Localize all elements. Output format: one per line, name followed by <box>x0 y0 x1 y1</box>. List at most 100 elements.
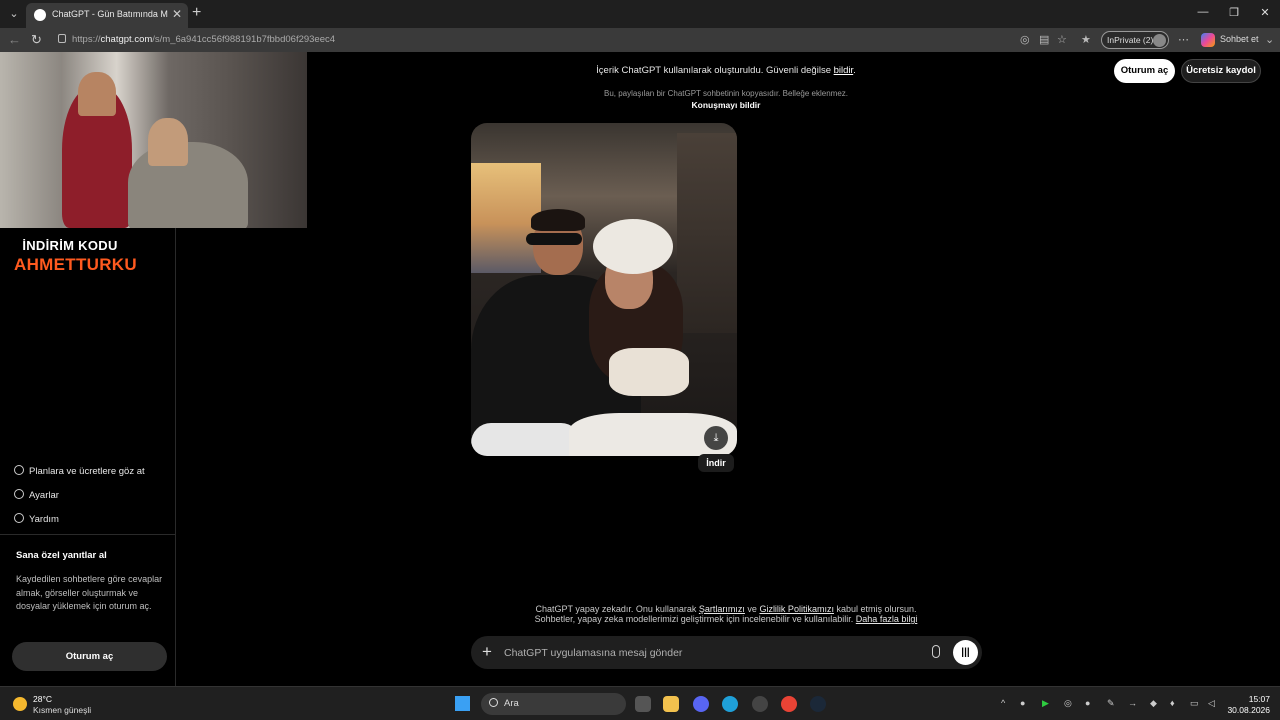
profile-avatar-icon <box>1153 34 1166 47</box>
tab-bar: ⌄ ChatGPT - Gün Batımında Modern ✕ + — ❐… <box>0 0 1280 28</box>
reading-view-icon[interactable]: ▤ <box>1039 33 1049 46</box>
refresh-icon[interactable]: ↻ <box>31 32 42 48</box>
webcam-overlay <box>0 52 307 228</box>
chatgpt-favicon-icon <box>34 9 46 21</box>
man-legs <box>471 423 581 456</box>
disclaimer-line-1: ChatGPT yapay zekadır. Onu kullanarak Şa… <box>535 604 917 614</box>
terms-link[interactable]: Şartlarımızı <box>699 604 745 614</box>
sunglasses <box>526 233 582 245</box>
arrow-tray-icon[interactable]: → <box>1128 698 1137 708</box>
clock-time[interactable]: 15:07 <box>1240 694 1270 704</box>
pen-tray-icon[interactable]: ✎ <box>1107 698 1115 709</box>
minimize-icon[interactable]: — <box>1188 6 1218 18</box>
steam-icon[interactable] <box>810 696 826 712</box>
inprivate-label: InPrivate (2) <box>1107 35 1154 45</box>
sidebar-item-label: Planlara ve ücretlere göz at <box>29 466 145 477</box>
page-content: İNDİRİM KODU AHMETTURKU Planlara ve ücre… <box>0 52 1280 686</box>
generated-image[interactable] <box>471 123 737 456</box>
copilot-icon[interactable] <box>1201 33 1215 47</box>
download-icon[interactable]: ⤓ <box>704 426 728 450</box>
sidebar-item-plans[interactable]: Planlara ve ücretlere göz at <box>14 465 145 477</box>
woman-top <box>609 348 689 396</box>
streamer-face-left <box>78 72 116 116</box>
favorites-icon[interactable]: ★ <box>1081 33 1091 46</box>
shared-copy-note: Bu, paylaşılan bir ChatGPT sohbetinin ko… <box>604 89 848 98</box>
weather-temperature[interactable]: 28°C <box>33 694 52 704</box>
report-conversation-link[interactable]: Konuşmayı bildir <box>526 100 926 110</box>
message-input[interactable] <box>504 636 924 669</box>
streamer-face-right <box>148 118 188 166</box>
signup-promo-title: Sana özel yanıtlar al <box>16 550 107 561</box>
sidebar-item-label: Ayarlar <box>29 490 59 501</box>
chevron-down-icon[interactable]: ⌄ <box>1265 33 1274 46</box>
security-tray-icon[interactable]: ◆ <box>1150 698 1157 709</box>
copilot-chat-label[interactable]: Sohbet et <box>1220 34 1259 44</box>
report-link[interactable]: bildir <box>834 65 854 76</box>
streamer-figure-right <box>128 142 248 228</box>
url-text: https://chatgpt.com/s/m_6a941cc56f988191… <box>72 34 336 45</box>
voice-mode-button[interactable]: ||| <box>953 640 978 665</box>
discord-icon[interactable] <box>693 696 709 712</box>
address-bar: ← ↻ https://chatgpt.com/s/m_6a941cc56f98… <box>0 28 1280 52</box>
taskbar: 28°C Kısmen güneşli Ara ^ ● ▶ ◎ ● ✎ → ◆ … <box>0 686 1280 720</box>
search-icon <box>489 698 498 707</box>
sidebar: İNDİRİM KODU AHMETTURKU Planlara ve ücre… <box>0 228 176 686</box>
man-hair <box>531 209 585 231</box>
fur-hat <box>593 219 673 274</box>
lock-icon <box>58 34 66 43</box>
play-tray-icon[interactable]: ▶ <box>1042 698 1049 709</box>
tray-overflow-icon[interactable]: ^ <box>1001 698 1005 708</box>
login-button[interactable]: Oturum aç <box>1114 59 1175 83</box>
add-attachment-icon[interactable]: + <box>482 642 492 662</box>
disclaimer-line-2: Sohbetler, yapay zeka modellerimizi geli… <box>534 614 918 624</box>
signup-button[interactable]: Ücretsiz kaydol <box>1181 59 1261 83</box>
chrome-icon[interactable] <box>781 696 797 712</box>
disclaimer: ChatGPT yapay zekadır. Onu kullanarak Şa… <box>476 604 976 624</box>
network-icon[interactable]: ▭ <box>1190 698 1199 709</box>
tab-chatgpt[interactable]: ChatGPT - Gün Batımında Modern ✕ <box>26 3 188 28</box>
discord-tray-icon[interactable]: ● <box>1020 698 1025 708</box>
microphone-tray-icon[interactable]: ♦ <box>1170 698 1175 708</box>
new-tab-icon[interactable]: + <box>192 4 201 22</box>
bar-shelf <box>677 133 737 333</box>
windows-start-icon[interactable] <box>455 696 470 711</box>
edge-icon[interactable] <box>722 696 738 712</box>
clock-date[interactable]: 30.08.2026 <box>1226 705 1270 715</box>
volume-icon[interactable]: ◁ <box>1208 698 1215 709</box>
help-icon <box>14 513 24 523</box>
steam-tray-icon[interactable]: ● <box>1085 698 1090 708</box>
signup-promo-body: Kaydedilen sohbetlere göre cevaplar alma… <box>16 574 163 611</box>
url-field[interactable]: https://chatgpt.com/s/m_6a941cc56f988191… <box>50 31 1100 49</box>
app-tray-icon[interactable]: ◎ <box>1064 698 1072 709</box>
app-icon[interactable] <box>752 696 768 712</box>
sidebar-item-help[interactable]: Yardım <box>14 513 59 525</box>
tab-title: ChatGPT - Gün Batımında Modern <box>52 9 168 19</box>
sidebar-divider <box>0 534 176 535</box>
discount-code-value: AHMETTURKU <box>14 255 137 274</box>
tracking-prevention-icon[interactable]: ◎ <box>1020 33 1030 46</box>
learn-more-link[interactable]: Daha fazla bilgi <box>856 614 918 624</box>
download-tooltip: İndir <box>698 454 734 472</box>
search-label: Ara <box>504 698 519 709</box>
weather-description[interactable]: Kısmen güneşli <box>33 705 91 715</box>
privacy-link[interactable]: Gizlilik Politikamızı <box>759 604 834 614</box>
weather-sun-icon[interactable] <box>13 697 27 711</box>
taskbar-search[interactable]: Ara <box>481 693 626 715</box>
maximize-icon[interactable]: ❐ <box>1219 6 1249 19</box>
file-explorer-icon[interactable] <box>663 696 679 712</box>
sidebar-login-button[interactable]: Oturum aç <box>12 642 167 671</box>
task-view-icon[interactable] <box>635 696 651 712</box>
close-tab-icon[interactable]: ✕ <box>172 7 182 21</box>
more-options-icon[interactable]: ⋯ <box>1178 33 1189 46</box>
microphone-icon[interactable] <box>932 645 940 658</box>
discount-code-label: İNDİRİM KODU <box>22 238 118 253</box>
generated-content-notice: İçerik ChatGPT kullanılarak oluşturuldu.… <box>596 65 856 76</box>
favorite-star-icon[interactable]: ☆ <box>1057 33 1067 46</box>
tab-actions-menu-icon[interactable]: ⌄ <box>4 4 24 24</box>
sidebar-item-label: Yardım <box>29 514 59 525</box>
back-icon[interactable]: ← <box>8 32 21 47</box>
inprivate-button[interactable]: InPrivate (2) <box>1101 31 1169 49</box>
close-window-icon[interactable]: ✕ <box>1250 6 1280 19</box>
plans-icon <box>14 465 24 475</box>
sidebar-item-settings[interactable]: Ayarlar <box>14 489 59 501</box>
